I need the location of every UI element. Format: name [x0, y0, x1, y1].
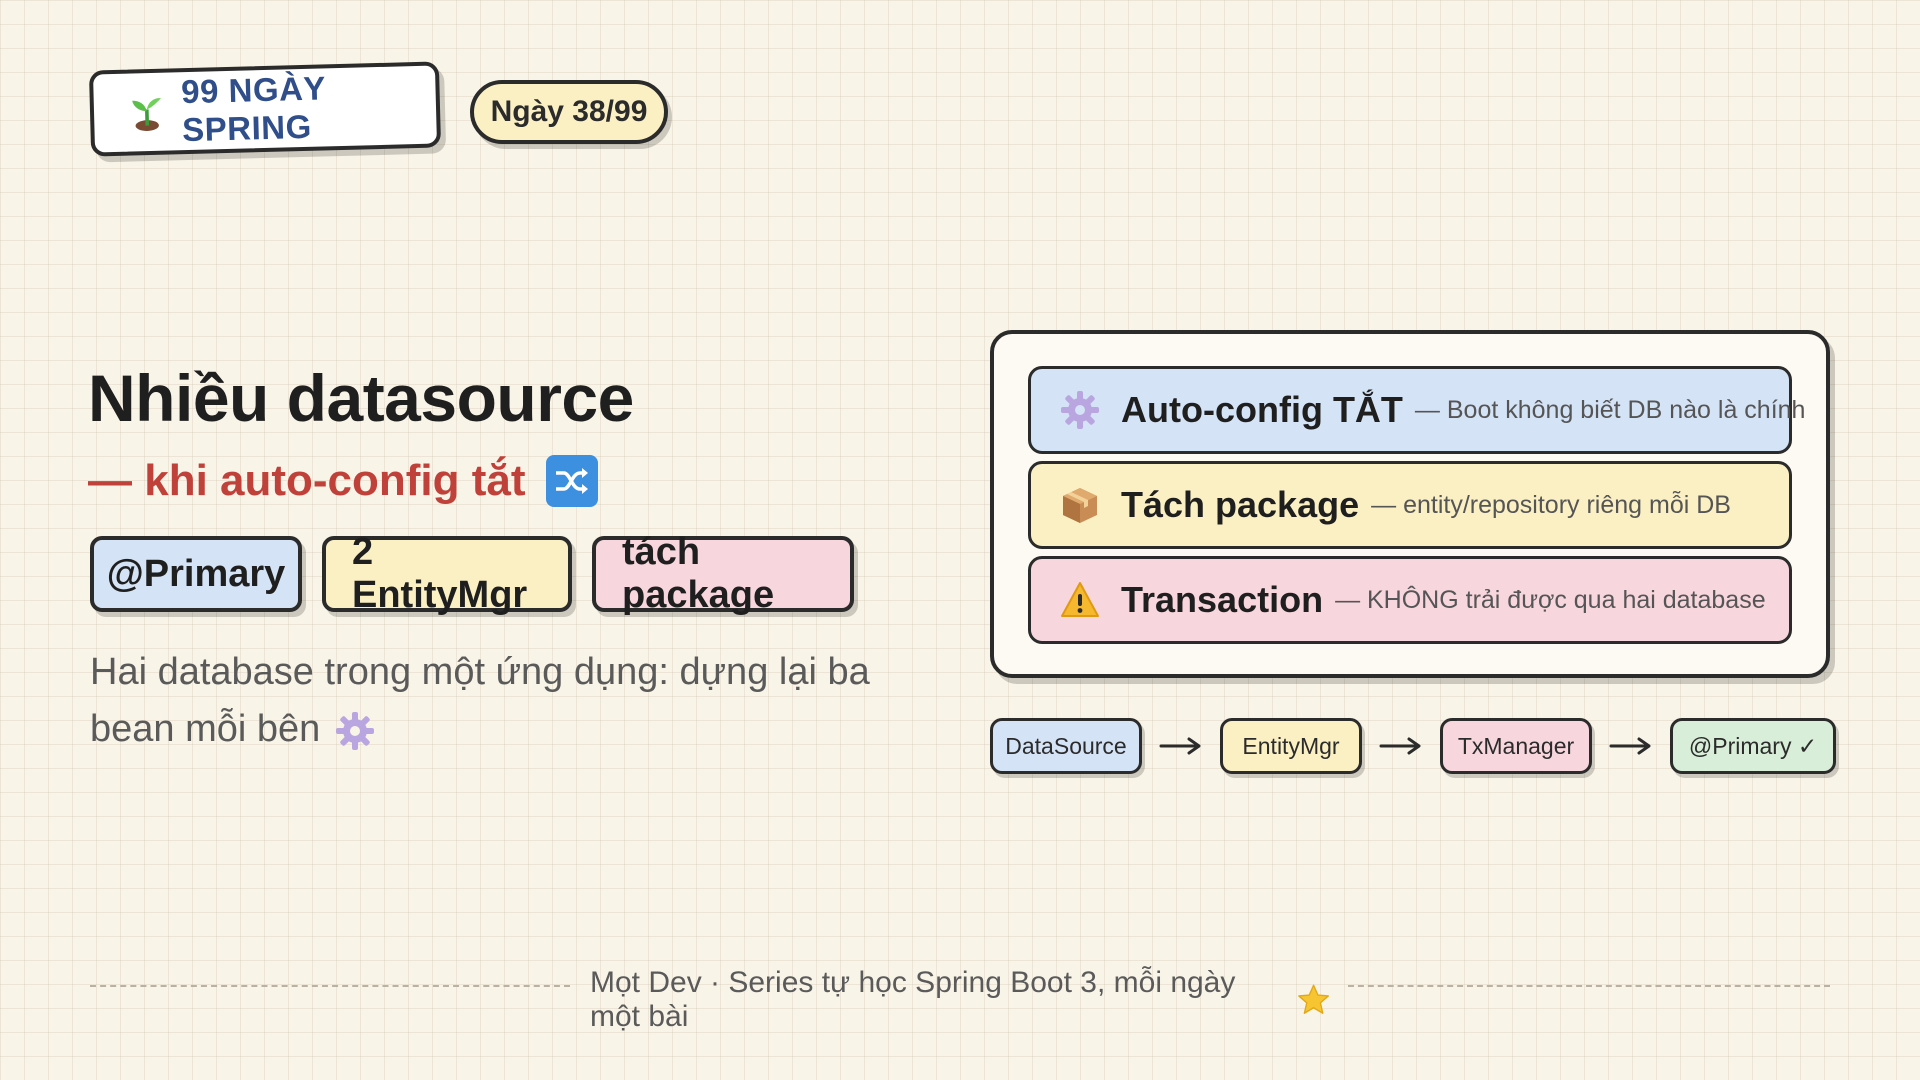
package-icon — [1063, 488, 1097, 523]
sprout-icon — [132, 98, 161, 131]
row-desc: — entity/repository riêng mỗi DB — [1371, 490, 1731, 519]
row-desc: — Boot không biết DB nào là chính — [1414, 395, 1806, 424]
row-autoconfig: Auto-config TẮT — Boot không biết DB nào… — [1028, 366, 1805, 454]
star-icon — [1297, 984, 1329, 1014]
subtitle-text: — khi auto-config tắt — [88, 456, 526, 505]
tag-entitymgr: 2 EntityMgr — [322, 531, 572, 616]
gear-icon — [1061, 391, 1099, 429]
info-card: Auto-config TẮT — Boot không biết DB nào… — [990, 330, 1830, 678]
tag-primary: @Primary — [90, 536, 302, 612]
flow-node-datasource: DataSource — [990, 718, 1142, 774]
row-title: Tách package — [1121, 484, 1360, 525]
flow-node-entitymgr: EntityMgr — [1220, 718, 1362, 774]
series-badge: 99 NGÀY SPRING — [88, 61, 442, 157]
subtitle: — khi auto-config tắt — [88, 455, 598, 507]
page-title: Nhiều datasource — [88, 361, 634, 435]
warning-icon — [1061, 582, 1099, 617]
footer-divider-right — [1348, 985, 1830, 987]
footer: Mọt Dev · Series tự học Spring Boot 3, m… — [590, 966, 1330, 1034]
footer-divider-left — [90, 985, 570, 987]
description-text: Hai database trong một ứng dụng: dựng lạ… — [90, 651, 870, 750]
arrow-right-icon — [1142, 736, 1220, 756]
gear-icon — [336, 711, 375, 750]
row-title: Transaction — [1121, 579, 1324, 620]
flow-node-txmanager: TxManager — [1440, 718, 1592, 774]
row-package: Tách package — entity/repository riêng m… — [1028, 461, 1792, 549]
arrow-right-icon — [1362, 736, 1440, 756]
flow-node-primary: @Primary ✓ — [1670, 718, 1836, 774]
row-title: Auto-config TẮT — [1121, 389, 1403, 430]
footer-text: Mọt Dev · Series tự học Spring Boot 3, m… — [590, 966, 1236, 1033]
row-transaction: Transaction — KHÔNG trải được qua hai da… — [1028, 556, 1792, 644]
day-badge: Ngày 38/99 — [470, 80, 668, 144]
bean-flow: DataSource EntityMgr TxManager @Primary … — [990, 718, 1836, 774]
tag-package: tách package — [592, 531, 854, 616]
row-desc: — KHÔNG trải được qua hai database — [1335, 585, 1766, 614]
shuffle-icon — [545, 455, 598, 507]
tag-list: @Primary 2 EntityMgr tách package — [90, 531, 854, 616]
description: Hai database trong một ứng dụng: dựng lạ… — [90, 644, 910, 758]
series-label: 99 NGÀY SPRING — [180, 69, 326, 149]
arrow-right-icon — [1592, 736, 1670, 756]
